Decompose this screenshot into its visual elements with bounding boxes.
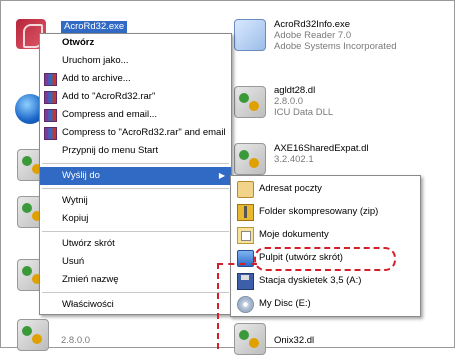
explorer-window: AcroRd32.exe 2.8.0.0 AcroRd32Info.exe Ad… (0, 0, 455, 355)
menu-item-cut[interactable]: Wytnij (40, 192, 231, 210)
menu-item-label: Add to "AcroRd32.rar" (62, 91, 156, 102)
menu-item-send-to[interactable]: Wyślij do ▶ (40, 167, 231, 185)
annotation-line (217, 263, 219, 349)
winrar-icon (44, 109, 57, 122)
file-version: 3.2.402.1 (274, 154, 314, 165)
menu-item-label: Adresat poczty (259, 183, 322, 194)
mail-icon (237, 181, 254, 198)
send-to-submenu: Adresat poczty Folder skompresowany (zip… (230, 175, 421, 317)
menu-separator (42, 188, 229, 189)
my-documents-icon (237, 227, 254, 244)
menu-item-compress-email[interactable]: Compress and email... (40, 106, 231, 124)
menu-item-open[interactable]: Otwórz (40, 34, 231, 52)
menu-item-compress-rar-email[interactable]: Compress to "AcroRd32.rar" and email (40, 124, 231, 142)
file-version: 2.8.0.0 (274, 96, 304, 107)
menu-item-pin-start[interactable]: Przypnij do menu Start (40, 142, 231, 160)
zip-folder-icon (237, 204, 254, 221)
sendto-item-zip-folder[interactable]: Folder skompresowany (zip) (231, 200, 420, 223)
menu-item-label: Add to archive... (62, 73, 131, 84)
file-label[interactable]: agldt28.dl 2.8.0.0 ICU Data DLL (274, 85, 333, 118)
menu-item-copy[interactable]: Kopiuj (40, 210, 231, 228)
menu-item-label: Folder skompresowany (zip) (259, 206, 379, 217)
annotation-line (217, 263, 257, 265)
submenu-arrow-icon: ▶ (218, 171, 225, 180)
file-name: AcroRd32Info.exe (274, 19, 351, 30)
menu-item-add-to-rar[interactable]: Add to "AcroRd32.rar" (40, 88, 231, 106)
dll-file-icon[interactable] (17, 319, 49, 351)
menu-item-label: Compress to "AcroRd32.rar" and email (62, 127, 226, 138)
menu-item-properties[interactable]: Właściwości (40, 296, 231, 314)
menu-item-label: Moje dokumenty (259, 229, 329, 240)
menu-separator (42, 292, 229, 293)
menu-item-label: Stacja dyskietek 3,5 (A:) (259, 275, 362, 286)
sendto-item-mail-recipient[interactable]: Adresat poczty (231, 177, 420, 200)
file-label[interactable]: AcroRd32Info.exe Adobe Reader 7.0 Adobe … (274, 19, 397, 52)
menu-item-run-as[interactable]: Uruchom jako... (40, 52, 231, 70)
exe-file-icon[interactable] (234, 19, 266, 51)
disc-icon (237, 296, 254, 313)
menu-separator (42, 163, 229, 164)
sendto-item-my-disc[interactable]: My Disc (E:) (231, 292, 420, 315)
menu-item-label: My Disc (E:) (259, 298, 311, 309)
file-version: 2.8.0.0 (61, 335, 91, 346)
winrar-icon (44, 127, 57, 140)
dll-file-icon[interactable] (234, 323, 266, 355)
file-company: Adobe Systems Incorporated (274, 41, 397, 52)
sendto-item-my-documents[interactable]: Moje dokumenty (231, 223, 420, 246)
winrar-icon (44, 73, 57, 86)
file-name: AXE16SharedExpat.dl (274, 143, 369, 154)
menu-item-label: Compress and email... (62, 109, 158, 120)
file-description: Adobe Reader 7.0 (274, 30, 352, 41)
menu-separator (42, 231, 229, 232)
sendto-item-floppy[interactable]: Stacja dyskietek 3,5 (A:) (231, 269, 420, 292)
context-menu: Otwórz Uruchom jako... Add to archive...… (39, 33, 232, 315)
winrar-icon (44, 91, 57, 104)
selected-file-name[interactable]: AcroRd32.exe (61, 21, 128, 33)
file-label[interactable]: AXE16SharedExpat.dl 3.2.402.1 (274, 143, 369, 165)
file-description: ICU Data DLL (274, 107, 334, 118)
menu-item-add-to-archive[interactable]: Add to archive... (40, 70, 231, 88)
file-name: agldt28.dl (274, 85, 316, 96)
dll-file-icon[interactable] (234, 86, 266, 118)
menu-item-create-shortcut[interactable]: Utwórz skrót (40, 235, 231, 253)
dll-file-icon[interactable] (234, 143, 266, 175)
annotation-highlight-ring (254, 247, 396, 271)
menu-item-delete[interactable]: Usuń (40, 253, 231, 271)
menu-item-label: Wyślij do (62, 170, 100, 181)
floppy-icon (237, 273, 254, 290)
menu-item-rename[interactable]: Zmień nazwę (40, 271, 231, 289)
file-name[interactable]: Onix32.dl (274, 335, 314, 346)
